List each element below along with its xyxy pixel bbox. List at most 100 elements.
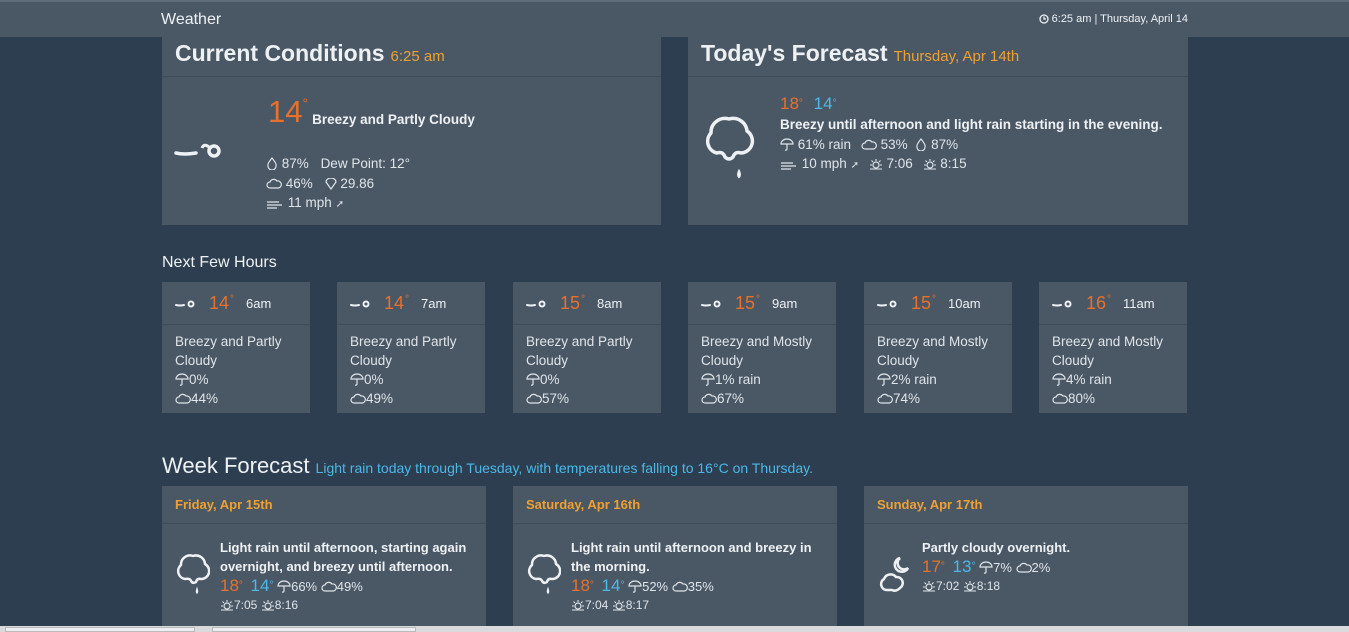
- hour-card-header: 15 ° 8am: [513, 282, 661, 325]
- wind-direction-icon: ➚: [335, 199, 344, 210]
- hour-card-header: 16 ° 11am: [1039, 282, 1187, 325]
- degree-symbol: °: [405, 293, 410, 305]
- hour-time: 10am: [948, 295, 981, 311]
- sunset-icon: [261, 600, 274, 611]
- rain-icon: [705, 116, 755, 179]
- cloud-icon: [175, 393, 191, 404]
- umbrella-icon: [979, 561, 993, 574]
- hour-card-body: Breezy and Mostly Cloudy 4% rain 80%: [1039, 325, 1187, 415]
- hour-card-header: 14 ° 6am: [162, 282, 310, 325]
- top-bar: Weather 6:25 am | Thursday, April 14: [0, 0, 1349, 37]
- day-high: 17: [922, 557, 941, 576]
- day-body: Light rain until afternoon, starting aga…: [220, 538, 480, 615]
- wind-icon: [350, 300, 370, 308]
- hour-summary: Breezy and Mostly Cloudy: [877, 334, 989, 368]
- degree-symbol: °: [581, 293, 586, 305]
- clock-text: 6:25 am | Thursday, April 14: [1051, 13, 1188, 25]
- hour-card-header: 15 ° 10am: [864, 282, 1012, 325]
- wind-icon: [175, 300, 195, 308]
- umbrella-icon: [350, 373, 364, 386]
- day-summary: Light rain until afternoon and breezy in…: [571, 540, 812, 574]
- hour-card: 15 ° 8am Breezy and Partly Cloudy 0% 57%: [513, 282, 661, 413]
- umbrella-icon: [628, 580, 642, 593]
- day-cloud: 35%: [687, 579, 714, 594]
- hour-temp: 15: [735, 292, 756, 313]
- hour-temp: 15: [560, 292, 581, 313]
- degree-symbol: °: [932, 293, 937, 305]
- today-header: Today's Forecast Thursday, Apr 14th: [688, 37, 1188, 77]
- day-low: 13: [952, 557, 972, 576]
- day-body: Light rain until afternoon and breezy in…: [571, 538, 831, 615]
- day-rain: 66%: [291, 579, 318, 594]
- wind-icon: [1052, 300, 1072, 308]
- hour-cloud: 44%: [191, 391, 219, 406]
- clock: 6:25 am | Thursday, April 14: [1038, 13, 1188, 25]
- hour-summary: Breezy and Partly Cloudy: [526, 334, 633, 368]
- current-dew-point: Dew Point: 12°: [320, 156, 411, 171]
- today-date: Thursday, Apr 14th: [893, 48, 1020, 65]
- today-wind: 10 mph: [801, 156, 847, 171]
- current-pressure: 29.86: [340, 175, 375, 191]
- today-forecast-panel: Today's Forecast Thursday, Apr 14th 18° …: [688, 37, 1188, 225]
- today-low: 14: [813, 94, 833, 113]
- hour-summary: Breezy and Mostly Cloudy: [701, 334, 813, 368]
- current-summary: Breezy and Partly Cloudy: [312, 112, 475, 127]
- current-cloud: 46%: [285, 175, 313, 191]
- hour-card-body: Breezy and Partly Cloudy 0% 57%: [513, 325, 661, 415]
- degree-symbol: °: [798, 98, 803, 109]
- today-sunset: 8:15: [940, 156, 967, 171]
- rain-icon: [527, 554, 562, 595]
- cloud-icon: [321, 581, 337, 592]
- hour-cloud: 74%: [893, 391, 921, 406]
- scrollbar-thumb[interactable]: [5, 627, 195, 632]
- cloud-icon: [526, 393, 542, 404]
- hour-card: 15 ° 9am Breezy and Mostly Cloudy 1% rain 67%: [688, 282, 836, 413]
- today-high: 18: [780, 94, 799, 113]
- umbrella-icon: [877, 373, 891, 386]
- hour-card: 14 ° 7am Breezy and Partly Cloudy 0% 49%: [337, 282, 485, 413]
- degree-symbol: °: [238, 580, 243, 591]
- cloud-icon: [672, 581, 688, 592]
- rain-icon: [176, 554, 211, 595]
- day-high: 18: [220, 576, 239, 595]
- current-details: 87% Dew Point: 12° 46% 29.86 11 mph ➚: [266, 154, 410, 215]
- week-header: Week Forecast Light rain today through T…: [162, 453, 813, 479]
- app-title: Weather: [161, 11, 222, 28]
- cloud-icon: [877, 393, 893, 404]
- day-sunset: 8:17: [625, 598, 650, 612]
- degree-symbol: °: [1107, 293, 1112, 305]
- sunset-icon: [963, 581, 976, 592]
- today-sunrise: 7:06: [886, 156, 913, 171]
- wind-direction-icon: ➚: [850, 160, 859, 171]
- hour-rain: 0%: [540, 372, 560, 387]
- current-conditions-panel: Current Conditions 6:25 am 14 ° Breezy a…: [162, 37, 661, 225]
- scrollbar-thumb-secondary[interactable]: [212, 627, 416, 632]
- degree-symbol: °: [940, 561, 945, 572]
- hour-time: 9am: [772, 295, 798, 311]
- day-high: 18: [571, 576, 590, 595]
- degree-symbol: °: [756, 293, 761, 305]
- umbrella-icon: [175, 373, 189, 386]
- today-title: Today's Forecast: [701, 40, 888, 66]
- hour-card-body: Breezy and Partly Cloudy 0% 44%: [162, 325, 310, 415]
- sunrise-icon: [572, 600, 584, 611]
- hour-summary: Breezy and Partly Cloudy: [175, 334, 282, 368]
- current-temp-row: 14 ° Breezy and Partly Cloudy: [268, 95, 475, 129]
- hour-card-header: 14 ° 7am: [337, 282, 485, 325]
- hours-title: Next Few Hours: [162, 254, 277, 271]
- sunrise-icon: [869, 159, 882, 170]
- hour-summary: Breezy and Partly Cloudy: [350, 334, 457, 368]
- partly-cloudy-night-icon: [879, 556, 910, 592]
- current-wind: 11 mph: [287, 195, 332, 210]
- pressure-icon: [324, 177, 337, 190]
- today-rain: 61% rain: [797, 136, 852, 152]
- sunset-icon: [612, 600, 625, 611]
- day-cloud: 49%: [336, 579, 363, 594]
- hour-time: 8am: [597, 295, 623, 311]
- wind-icon: [526, 300, 546, 308]
- hour-card-body: Breezy and Partly Cloudy 0% 49%: [337, 325, 485, 415]
- day-icon: [176, 552, 211, 601]
- degree-symbol: °: [971, 561, 976, 572]
- horizontal-scrollbar[interactable]: [0, 626, 1349, 632]
- cloud-icon: [266, 178, 282, 189]
